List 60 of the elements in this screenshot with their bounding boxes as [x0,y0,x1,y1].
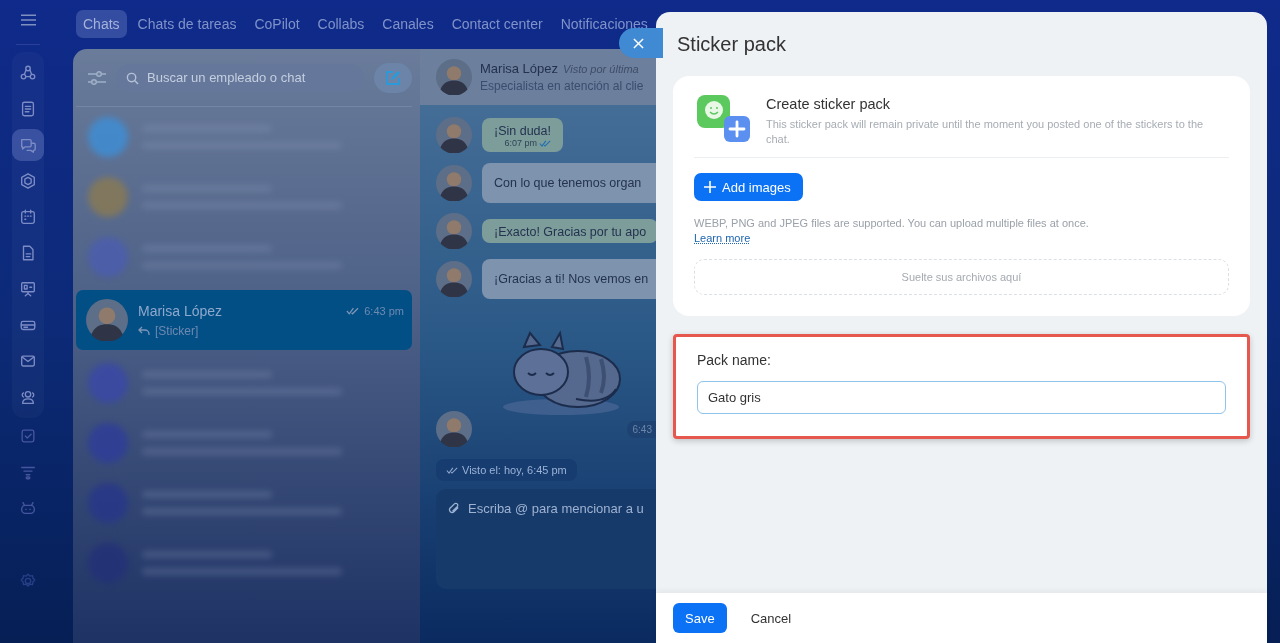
avatar [86,299,128,341]
calendar-icon[interactable] [19,208,37,226]
double-check-icon [346,306,360,315]
sticker-add-icon [696,94,752,144]
chat-icon[interactable] [19,136,37,154]
contact-name: Marisa López [138,302,223,319]
avatar [436,213,472,249]
field-label: Pack name: [697,352,772,368]
message-bubble: Con lo que tenemos organ [482,163,656,203]
learn-more-link[interactable]: Learn more [694,232,751,244]
card-title: Create sticker pack [766,96,892,112]
close-button[interactable] [619,28,663,58]
panel-title: Sticker pack [677,32,787,56]
tab[interactable]: Notificaciones [553,9,655,38]
avatar [436,261,472,297]
menu-icon[interactable] [20,14,36,26]
avatar [436,59,472,95]
message-time: 6:43 [626,420,656,438]
card-description: This sticker pack will remain private until the moment you posted one of the stickers to the chat. [766,117,1205,147]
message-bubble: ¡Sin duda! 6:07 pm [482,118,563,152]
avatar [436,117,472,153]
reply-icon [138,325,150,336]
robot-icon[interactable] [19,499,37,517]
people-icon[interactable] [19,388,37,406]
search-field[interactable]: Buscar un empleado o chat [116,63,364,92]
message-time: 6:43 pm [364,304,404,317]
close-icon[interactable] [632,37,644,49]
read-status: Visto el: hoy, 6:45 pm [462,464,567,476]
newspaper-icon[interactable] [19,100,37,118]
message-bubble: ¡Exacto! Gracias por tu apo [482,219,656,243]
filter-icon[interactable] [88,70,106,85]
contact-name: Marisa López [480,61,559,76]
hint-text: WEBP, PNG and JPEG files are supported. You can upload multiple files at once. Learn more [694,216,1090,246]
plus-icon[interactable] [704,181,716,193]
search-icon [126,71,139,85]
cancel-button[interactable]: Cancel [738,603,804,633]
message-input[interactable]: Escriba @ para mencionar a u [436,489,656,589]
avatar [436,411,472,447]
tab[interactable]: Canales [375,9,441,38]
mail-icon[interactable] [19,352,37,370]
double-check-icon [446,466,458,474]
hexagon-icon[interactable] [19,172,37,190]
avatar [436,165,472,201]
chat-list-item[interactable]: Marisa López 6:43 pm [Sticker] [76,290,412,350]
pack-name-field[interactable]: Gato gris [697,381,1226,414]
add-images-button[interactable]: Add images [694,173,803,201]
message-bubble: ¡Gracias a ti! Nos vemos en [482,259,656,299]
tab[interactable]: CoPilot [247,9,307,38]
double-check-icon [539,139,551,147]
paperclip-icon[interactable] [447,502,460,515]
tab[interactable]: Collabs [310,9,372,38]
tab[interactable]: Chats [76,9,127,38]
tab[interactable]: Contact center [444,9,550,38]
save-button[interactable]: Save [673,603,727,633]
message-preview: [Sticker] [155,323,199,338]
tab[interactable]: Chats de tareas [130,9,244,38]
checkbox-icon[interactable] [19,427,37,445]
drop-zone[interactable]: Suelte sus archivos aquí [694,259,1229,295]
flow-icon[interactable] [19,64,37,82]
presentation-board-icon[interactable] [19,280,37,298]
